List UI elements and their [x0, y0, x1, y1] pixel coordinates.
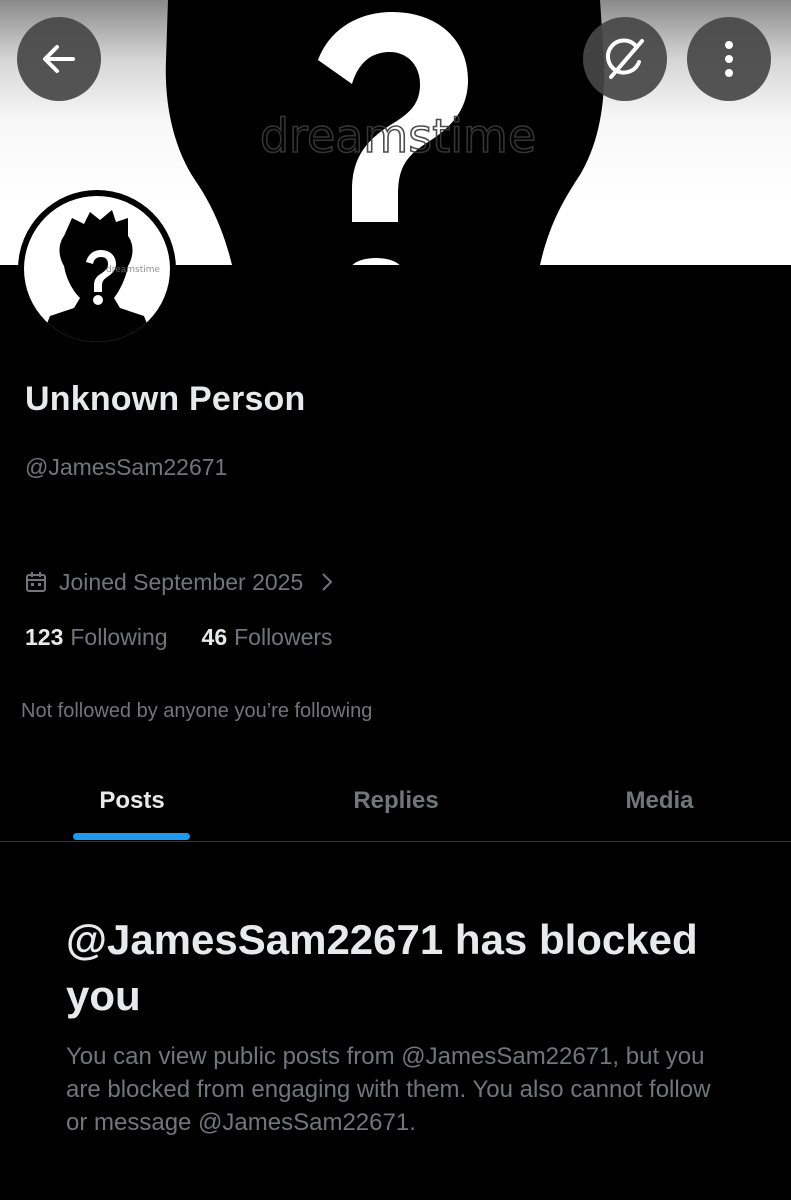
mutual-followers-note: Not followed by anyone you’re following	[21, 700, 373, 722]
followers-link[interactable]: 46 Followers	[202, 624, 333, 651]
active-tab-indicator	[73, 833, 190, 840]
profile-tabs: Posts Replies Media	[0, 760, 791, 842]
tab-media[interactable]: Media	[528, 760, 791, 842]
chevron-right-icon	[322, 573, 333, 591]
following-label: Following	[70, 624, 168, 650]
profile-handle: @JamesSam22671	[25, 454, 228, 480]
followers-label: Followers	[234, 624, 333, 650]
profile-name: Unknown Person	[25, 380, 306, 418]
following-count: 123	[25, 624, 64, 650]
avatar-image: dreamstime	[24, 196, 170, 342]
blocked-description: You can view public posts from @JamesSam…	[66, 1043, 711, 1136]
banner-watermark: dreamstime	[260, 109, 536, 163]
tab-replies[interactable]: Replies	[264, 760, 528, 842]
avatar-watermark: dreamstime	[106, 265, 161, 275]
more-vertical-icon	[725, 41, 733, 77]
follow-stats: 123 Following 46 Followers	[25, 624, 333, 651]
followers-count: 46	[201, 624, 228, 650]
joined-date-row[interactable]: Joined September 2025	[25, 565, 333, 599]
back-button[interactable]	[17, 17, 101, 101]
joined-date: Joined September 2025	[59, 568, 304, 595]
calendar-icon	[26, 572, 46, 592]
grok-icon	[605, 38, 644, 79]
avatar-silhouette-image: dreamstime	[40, 210, 161, 342]
following-link[interactable]: 123 Following	[25, 624, 168, 651]
more-options-button[interactable]	[687, 17, 771, 101]
avatar[interactable]: dreamstime	[18, 190, 176, 348]
back-arrow-icon	[43, 45, 75, 73]
tab-posts[interactable]: Posts	[0, 760, 264, 842]
blocked-title: @JamesSam22671 has blocked you	[66, 916, 698, 1019]
grok-button[interactable]	[583, 17, 667, 101]
